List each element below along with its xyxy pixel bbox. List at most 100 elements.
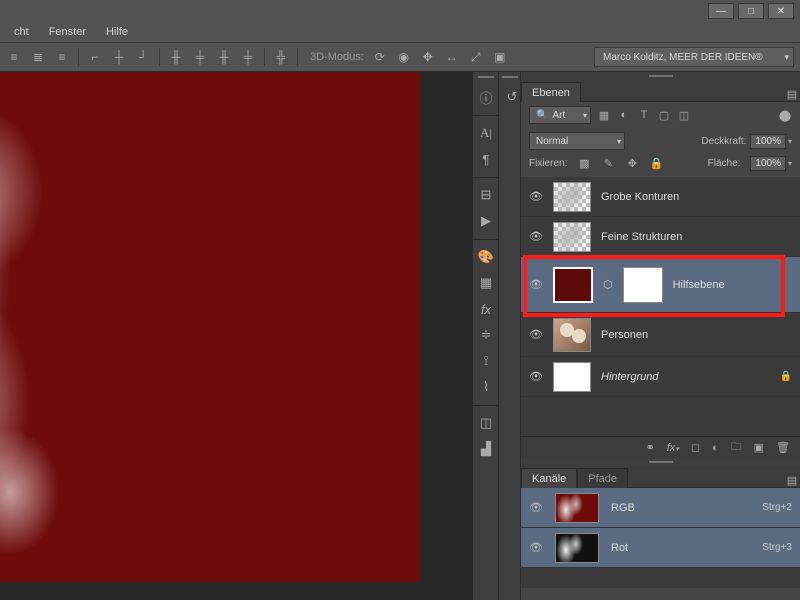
- tab-kanaele[interactable]: Kanäle: [521, 468, 577, 488]
- layer-row[interactable]: 👁 Grobe Konturen: [521, 177, 800, 217]
- collapsed-panel-strip: ⓘ A| ¶ ⊟ ▶ 🎨 ▦ fx ≑ ⟟ ⌇ ◫ ▟: [472, 72, 498, 600]
- actions-icon[interactable]: ⊟: [473, 182, 499, 208]
- link-layers-icon[interactable]: ⚭: [646, 441, 655, 454]
- visibility-icon[interactable]: 👁: [529, 370, 543, 383]
- 3d-rotate-icon[interactable]: ⟳: [372, 49, 388, 65]
- fx-icon[interactable]: fx▾: [667, 442, 679, 454]
- 3d-pan-icon[interactable]: ✥: [420, 49, 436, 65]
- distribute-icon[interactable]: ╬: [273, 49, 289, 65]
- visibility-icon[interactable]: 👁: [529, 190, 543, 203]
- filter-toggle[interactable]: ⬤: [778, 108, 792, 122]
- panel-grip[interactable]: [521, 72, 800, 80]
- opacity-input[interactable]: 100%▾: [750, 134, 792, 149]
- swatches-icon[interactable]: 🎨: [473, 244, 499, 270]
- lock-transparent-icon[interactable]: ▩: [577, 157, 591, 171]
- filter-adjust-icon[interactable]: ◐: [617, 108, 631, 122]
- align-icon[interactable]: ≡: [54, 49, 70, 65]
- visibility-icon[interactable]: 👁: [529, 541, 543, 554]
- layer-row[interactable]: 👁 Personen: [521, 313, 800, 357]
- info-icon[interactable]: ⓘ: [473, 84, 499, 110]
- workspace-dropdown[interactable]: Marco Kolditz, MEER DER IDEEN®: [594, 47, 794, 67]
- filter-pixel-icon[interactable]: ▦: [597, 108, 611, 122]
- maximize-button[interactable]: □: [738, 3, 764, 19]
- align-bottom-icon[interactable]: ┘: [135, 49, 151, 65]
- filter-shape-icon[interactable]: ▢: [657, 108, 671, 122]
- opacity-label: Deckkraft:: [701, 136, 746, 147]
- adjustments-icon[interactable]: ≑: [473, 322, 499, 348]
- channel-thumbnail[interactable]: [555, 533, 599, 563]
- adjustment-icon[interactable]: ◐: [712, 442, 719, 454]
- properties-icon[interactable]: ⟟: [473, 348, 499, 374]
- tab-pfade[interactable]: Pfade: [577, 468, 628, 488]
- lock-position-icon[interactable]: ✥: [625, 157, 639, 171]
- mask-icon[interactable]: ◻: [691, 441, 700, 454]
- layer-mask-thumbnail[interactable]: [623, 267, 663, 303]
- navigator-icon[interactable]: ◫: [473, 410, 499, 436]
- play-icon[interactable]: ▶: [473, 208, 499, 234]
- layer-name[interactable]: Hilfsebene: [673, 279, 725, 291]
- distribute-icon[interactable]: ╫: [168, 49, 184, 65]
- link-icon[interactable]: ⬡: [603, 278, 613, 291]
- group-icon[interactable]: 🗀: [731, 438, 742, 457]
- channel-row[interactable]: 👁 Rot Strg+3: [521, 528, 800, 568]
- 3d-camera-icon[interactable]: ▣: [492, 49, 508, 65]
- align-top-icon[interactable]: ⌐: [87, 49, 103, 65]
- panel-tabs: Kanäle Pfade ▤: [521, 466, 800, 488]
- paragraph-icon[interactable]: ¶: [473, 146, 499, 172]
- layer-row[interactable]: 👁 Hintergrund 🔒: [521, 357, 800, 397]
- distribute-icon[interactable]: ╪: [192, 49, 208, 65]
- new-layer-icon[interactable]: ▣: [754, 441, 764, 454]
- canvas-area[interactable]: [0, 72, 472, 600]
- character-icon[interactable]: A|: [473, 120, 499, 146]
- align-icon[interactable]: ≡: [6, 49, 22, 65]
- visibility-icon[interactable]: 👁: [529, 501, 543, 514]
- channel-thumbnail[interactable]: [555, 493, 599, 523]
- layer-name[interactable]: Feine Strukturen: [601, 231, 682, 243]
- layer-name[interactable]: Grobe Konturen: [601, 191, 679, 203]
- brush-icon[interactable]: ⌇: [473, 374, 499, 400]
- filter-smart-icon[interactable]: ◫: [677, 108, 691, 122]
- trash-icon[interactable]: 🗑: [776, 441, 790, 454]
- layer-name[interactable]: Hintergrund: [601, 371, 658, 383]
- menu-item[interactable]: cht: [4, 24, 39, 40]
- layer-row[interactable]: 👁 Feine Strukturen: [521, 217, 800, 257]
- align-icon[interactable]: ≣: [30, 49, 46, 65]
- color-icon[interactable]: ▦: [473, 270, 499, 296]
- layer-name[interactable]: Personen: [601, 329, 648, 341]
- 3d-roll-icon[interactable]: ◉: [396, 49, 412, 65]
- blend-mode-dropdown[interactable]: Normal: [529, 132, 625, 150]
- styles-icon[interactable]: fx: [473, 296, 499, 322]
- channel-name: Rot: [611, 542, 628, 554]
- panel-menu-icon[interactable]: ▤: [784, 88, 800, 101]
- layer-filter-dropdown[interactable]: 🔍Art: [529, 106, 591, 124]
- 3d-scale-icon[interactable]: ⤢: [468, 49, 484, 65]
- layer-thumbnail[interactable]: [553, 362, 591, 392]
- canvas-content: [0, 72, 130, 582]
- visibility-icon[interactable]: 👁: [529, 278, 543, 291]
- histogram-icon[interactable]: ▟: [473, 436, 499, 462]
- minimize-button[interactable]: —: [708, 3, 734, 19]
- 3d-slide-icon[interactable]: ↔: [444, 49, 460, 65]
- layer-thumbnail[interactable]: [553, 318, 591, 352]
- close-button[interactable]: ✕: [768, 3, 794, 19]
- layer-thumbnail[interactable]: [553, 222, 591, 252]
- filter-type-icon[interactable]: T: [637, 108, 651, 122]
- panel-grip[interactable]: [521, 458, 800, 466]
- align-middle-icon[interactable]: ┼: [111, 49, 127, 65]
- document-canvas[interactable]: [0, 72, 420, 582]
- distribute-icon[interactable]: ╪: [240, 49, 256, 65]
- lock-paint-icon[interactable]: ✎: [601, 157, 615, 171]
- layer-thumbnail[interactable]: [553, 182, 591, 212]
- channel-row[interactable]: 👁 RGB Strg+2: [521, 488, 800, 528]
- fill-input[interactable]: 100%▾: [750, 156, 792, 171]
- tab-ebenen[interactable]: Ebenen: [521, 82, 581, 102]
- menu-item-fenster[interactable]: Fenster: [39, 24, 96, 40]
- distribute-icon[interactable]: ╫: [216, 49, 232, 65]
- layer-row-selected[interactable]: 👁 ⬡ Hilfsebene: [521, 257, 800, 313]
- lock-all-icon[interactable]: 🔒: [649, 157, 663, 171]
- visibility-icon[interactable]: 👁: [529, 230, 543, 243]
- layer-thumbnail[interactable]: [553, 267, 593, 303]
- panel-menu-icon[interactable]: ▤: [784, 474, 800, 487]
- visibility-icon[interactable]: 👁: [529, 328, 543, 341]
- menu-item-hilfe[interactable]: Hilfe: [96, 24, 138, 40]
